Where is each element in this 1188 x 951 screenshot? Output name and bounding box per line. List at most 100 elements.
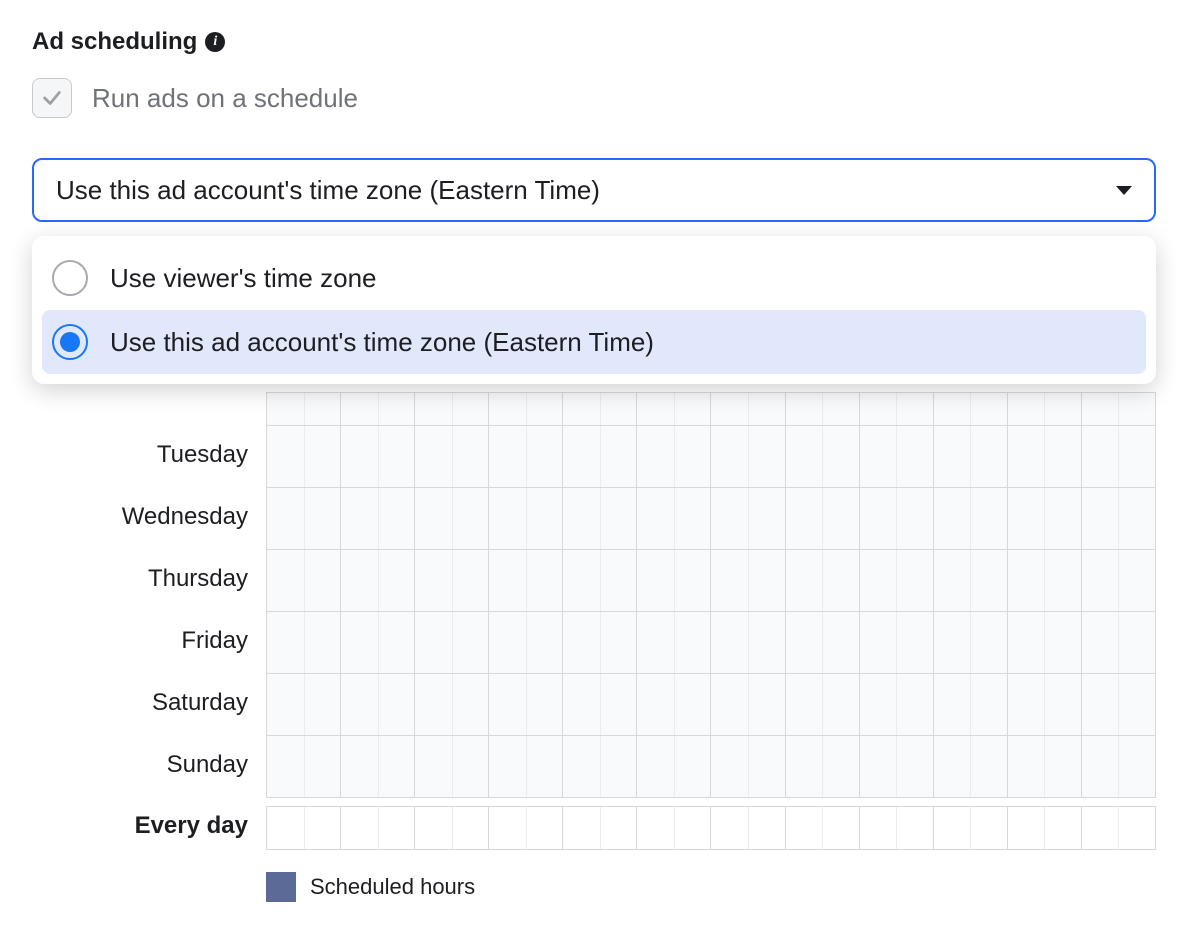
hour-cell[interactable] xyxy=(637,612,711,673)
every-day-cell[interactable] xyxy=(341,807,415,849)
hour-cell[interactable] xyxy=(860,393,934,425)
hour-cell[interactable] xyxy=(637,736,711,797)
every-day-cell[interactable] xyxy=(934,807,1008,849)
hour-cell[interactable] xyxy=(860,488,934,549)
hour-cell[interactable] xyxy=(637,393,711,425)
hour-cell[interactable] xyxy=(1082,393,1155,425)
hour-cell[interactable] xyxy=(786,612,860,673)
hour-cell[interactable] xyxy=(267,426,341,487)
every-day-cell[interactable] xyxy=(860,807,934,849)
hour-cell[interactable] xyxy=(489,550,563,611)
hour-cell[interactable] xyxy=(711,612,785,673)
hour-cell[interactable] xyxy=(711,674,785,735)
hour-cell[interactable] xyxy=(860,550,934,611)
hour-cell[interactable] xyxy=(1082,488,1155,549)
hour-cell[interactable] xyxy=(267,674,341,735)
hour-cell[interactable] xyxy=(934,393,1008,425)
hour-cell[interactable] xyxy=(341,393,415,425)
every-day-cell[interactable] xyxy=(1082,807,1155,849)
hour-cell[interactable] xyxy=(711,393,785,425)
hour-cell[interactable] xyxy=(637,426,711,487)
hour-cell[interactable] xyxy=(563,736,637,797)
hour-cell[interactable] xyxy=(563,488,637,549)
every-day-cell[interactable] xyxy=(489,807,563,849)
hour-cell[interactable] xyxy=(1082,674,1155,735)
hour-cell[interactable] xyxy=(1008,550,1082,611)
hour-cell[interactable] xyxy=(786,736,860,797)
hour-cell[interactable] xyxy=(786,426,860,487)
hour-cell[interactable] xyxy=(934,426,1008,487)
hour-cell[interactable] xyxy=(415,426,489,487)
hour-cell[interactable] xyxy=(934,674,1008,735)
hour-cell[interactable] xyxy=(786,674,860,735)
timezone-select[interactable]: Use this ad account's time zone (Eastern… xyxy=(32,158,1156,222)
hour-cell[interactable] xyxy=(1082,426,1155,487)
every-day-cell[interactable] xyxy=(1008,807,1082,849)
hour-cell[interactable] xyxy=(563,550,637,611)
hour-cell[interactable] xyxy=(1008,426,1082,487)
hour-cell[interactable] xyxy=(489,426,563,487)
hour-cell[interactable] xyxy=(711,736,785,797)
hour-cell[interactable] xyxy=(860,674,934,735)
hour-cell[interactable] xyxy=(415,736,489,797)
hour-cell[interactable] xyxy=(637,674,711,735)
every-day-cell[interactable] xyxy=(786,807,860,849)
hour-cell[interactable] xyxy=(341,612,415,673)
hour-cell[interactable] xyxy=(489,674,563,735)
hour-cell[interactable] xyxy=(563,674,637,735)
every-day-cell[interactable] xyxy=(637,807,711,849)
every-day-row[interactable] xyxy=(266,806,1156,850)
every-day-cell[interactable] xyxy=(267,807,341,849)
hour-cell[interactable] xyxy=(637,550,711,611)
hour-cell[interactable] xyxy=(489,736,563,797)
hour-cell[interactable] xyxy=(1008,674,1082,735)
info-icon[interactable]: i xyxy=(205,32,225,52)
hour-cell[interactable] xyxy=(786,550,860,611)
hour-cell[interactable] xyxy=(934,488,1008,549)
hour-cell[interactable] xyxy=(341,736,415,797)
schedule-checkbox[interactable] xyxy=(32,78,72,118)
every-day-cell[interactable] xyxy=(563,807,637,849)
hour-cell[interactable] xyxy=(860,736,934,797)
hour-cell[interactable] xyxy=(563,393,637,425)
every-day-cell[interactable] xyxy=(415,807,489,849)
hour-cell[interactable] xyxy=(267,612,341,673)
hour-cell[interactable] xyxy=(563,612,637,673)
hour-cell[interactable] xyxy=(267,393,341,425)
hour-cell[interactable] xyxy=(1008,488,1082,549)
schedule-grid[interactable] xyxy=(266,392,1156,798)
hour-cell[interactable] xyxy=(341,550,415,611)
hour-cell[interactable] xyxy=(415,393,489,425)
hour-cell[interactable] xyxy=(934,612,1008,673)
hour-cell[interactable] xyxy=(563,426,637,487)
hour-cell[interactable] xyxy=(711,426,785,487)
timezone-option-account[interactable]: Use this ad account's time zone (Eastern… xyxy=(42,310,1146,374)
hour-cell[interactable] xyxy=(934,550,1008,611)
hour-cell[interactable] xyxy=(1008,393,1082,425)
hour-cell[interactable] xyxy=(860,612,934,673)
hour-cell[interactable] xyxy=(934,736,1008,797)
hour-cell[interactable] xyxy=(786,393,860,425)
hour-cell[interactable] xyxy=(267,736,341,797)
hour-cell[interactable] xyxy=(267,488,341,549)
hour-cell[interactable] xyxy=(711,488,785,549)
hour-cell[interactable] xyxy=(489,488,563,549)
timezone-option-viewer[interactable]: Use viewer's time zone xyxy=(42,246,1146,310)
hour-cell[interactable] xyxy=(415,488,489,549)
hour-cell[interactable] xyxy=(341,488,415,549)
hour-cell[interactable] xyxy=(267,550,341,611)
hour-cell[interactable] xyxy=(1082,550,1155,611)
hour-cell[interactable] xyxy=(637,488,711,549)
hour-cell[interactable] xyxy=(1008,736,1082,797)
hour-cell[interactable] xyxy=(860,426,934,487)
hour-cell[interactable] xyxy=(341,674,415,735)
hour-cell[interactable] xyxy=(415,550,489,611)
hour-cell[interactable] xyxy=(711,550,785,611)
hour-cell[interactable] xyxy=(489,393,563,425)
hour-cell[interactable] xyxy=(1082,736,1155,797)
hour-cell[interactable] xyxy=(1082,612,1155,673)
hour-cell[interactable] xyxy=(1008,612,1082,673)
hour-cell[interactable] xyxy=(415,612,489,673)
hour-cell[interactable] xyxy=(489,612,563,673)
hour-cell[interactable] xyxy=(786,488,860,549)
